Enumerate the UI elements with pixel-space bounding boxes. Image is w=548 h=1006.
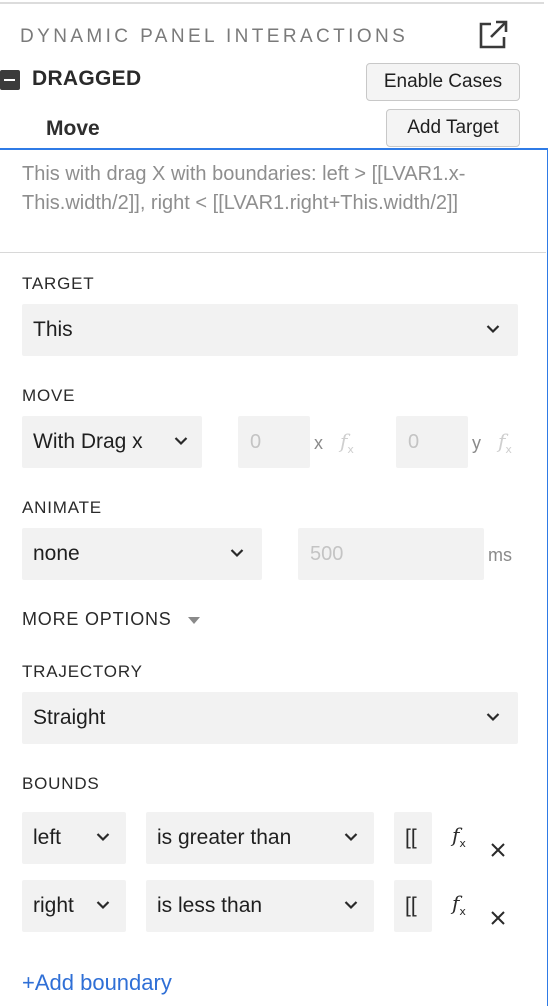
animate-label: ANIMATE bbox=[22, 498, 102, 517]
close-icon[interactable] bbox=[490, 910, 506, 926]
chevron-down-icon bbox=[174, 437, 188, 446]
fx-icon: fx bbox=[498, 429, 512, 456]
chevron-down-icon bbox=[344, 833, 358, 842]
chevron-down-icon bbox=[486, 325, 500, 334]
chevron-down-icon bbox=[486, 713, 500, 722]
action-title: Move bbox=[46, 117, 100, 140]
move-label: MOVE bbox=[22, 386, 76, 405]
move-type-value: With Drag x bbox=[33, 430, 143, 453]
target-label: TARGET bbox=[22, 274, 95, 293]
collapse-icon[interactable] bbox=[0, 70, 20, 90]
enable-cases-button[interactable]: Enable Cases bbox=[366, 63, 520, 101]
animate-duration-unit: ms bbox=[488, 545, 512, 565]
target-select[interactable]: This bbox=[22, 304, 518, 356]
bound-operator-select[interactable]: is less than bbox=[146, 880, 374, 932]
close-icon[interactable] bbox=[490, 842, 506, 858]
bound-operator-value: is greater than bbox=[157, 826, 292, 849]
fx-icon: fx bbox=[340, 429, 354, 456]
event-title: DRAGGED bbox=[32, 67, 142, 90]
more-options-toggle[interactable]: MORE OPTIONS bbox=[22, 609, 172, 630]
action-summary: This with drag X with boundaries: left >… bbox=[22, 163, 466, 214]
bound-operator-value: is less than bbox=[157, 894, 263, 917]
top-divider bbox=[0, 2, 544, 4]
bound-side-value: left bbox=[33, 826, 62, 849]
move-type-select[interactable]: With Drag x bbox=[22, 416, 202, 468]
move-x-unit: x bbox=[314, 433, 323, 453]
target-value: This bbox=[33, 318, 73, 341]
add-boundary-link[interactable]: +Add boundary bbox=[22, 970, 172, 996]
caret-down-icon[interactable] bbox=[188, 617, 200, 625]
bound-operator-select[interactable]: is greater than bbox=[146, 812, 374, 864]
animate-duration-input[interactable]: 500 bbox=[298, 528, 484, 580]
chevron-down-icon bbox=[230, 549, 244, 558]
bound-value-text: [[ bbox=[405, 826, 417, 849]
panel-title: DYNAMIC PANEL INTERACTIONS bbox=[20, 26, 409, 47]
move-x-input[interactable]: 0 bbox=[238, 416, 310, 468]
trajectory-label: TRAJECTORY bbox=[22, 662, 143, 681]
animate-value: none bbox=[33, 542, 80, 565]
popout-icon[interactable] bbox=[476, 18, 510, 52]
bound-value-input[interactable]: [[ bbox=[394, 880, 432, 932]
bound-side-value: right bbox=[33, 894, 74, 917]
trajectory-value: Straight bbox=[33, 706, 106, 729]
chevron-down-icon bbox=[344, 901, 358, 910]
animate-select[interactable]: none bbox=[22, 528, 262, 580]
move-y-unit: y bbox=[472, 433, 481, 453]
chevron-down-icon bbox=[96, 901, 110, 910]
bound-side-select[interactable]: right bbox=[22, 880, 126, 932]
bound-side-select[interactable]: left bbox=[22, 812, 126, 864]
add-target-button[interactable]: Add Target bbox=[386, 109, 520, 147]
chevron-down-icon bbox=[96, 833, 110, 842]
bounds-label: BOUNDS bbox=[22, 774, 100, 793]
bound-value-text: [[ bbox=[405, 894, 417, 917]
move-y-input[interactable]: 0 bbox=[396, 416, 468, 468]
trajectory-select[interactable]: Straight bbox=[22, 692, 518, 744]
fx-icon[interactable]: fx bbox=[452, 823, 466, 850]
fx-icon[interactable]: fx bbox=[452, 891, 466, 918]
bound-value-input[interactable]: [[ bbox=[394, 812, 432, 864]
summary-divider bbox=[0, 252, 546, 253]
